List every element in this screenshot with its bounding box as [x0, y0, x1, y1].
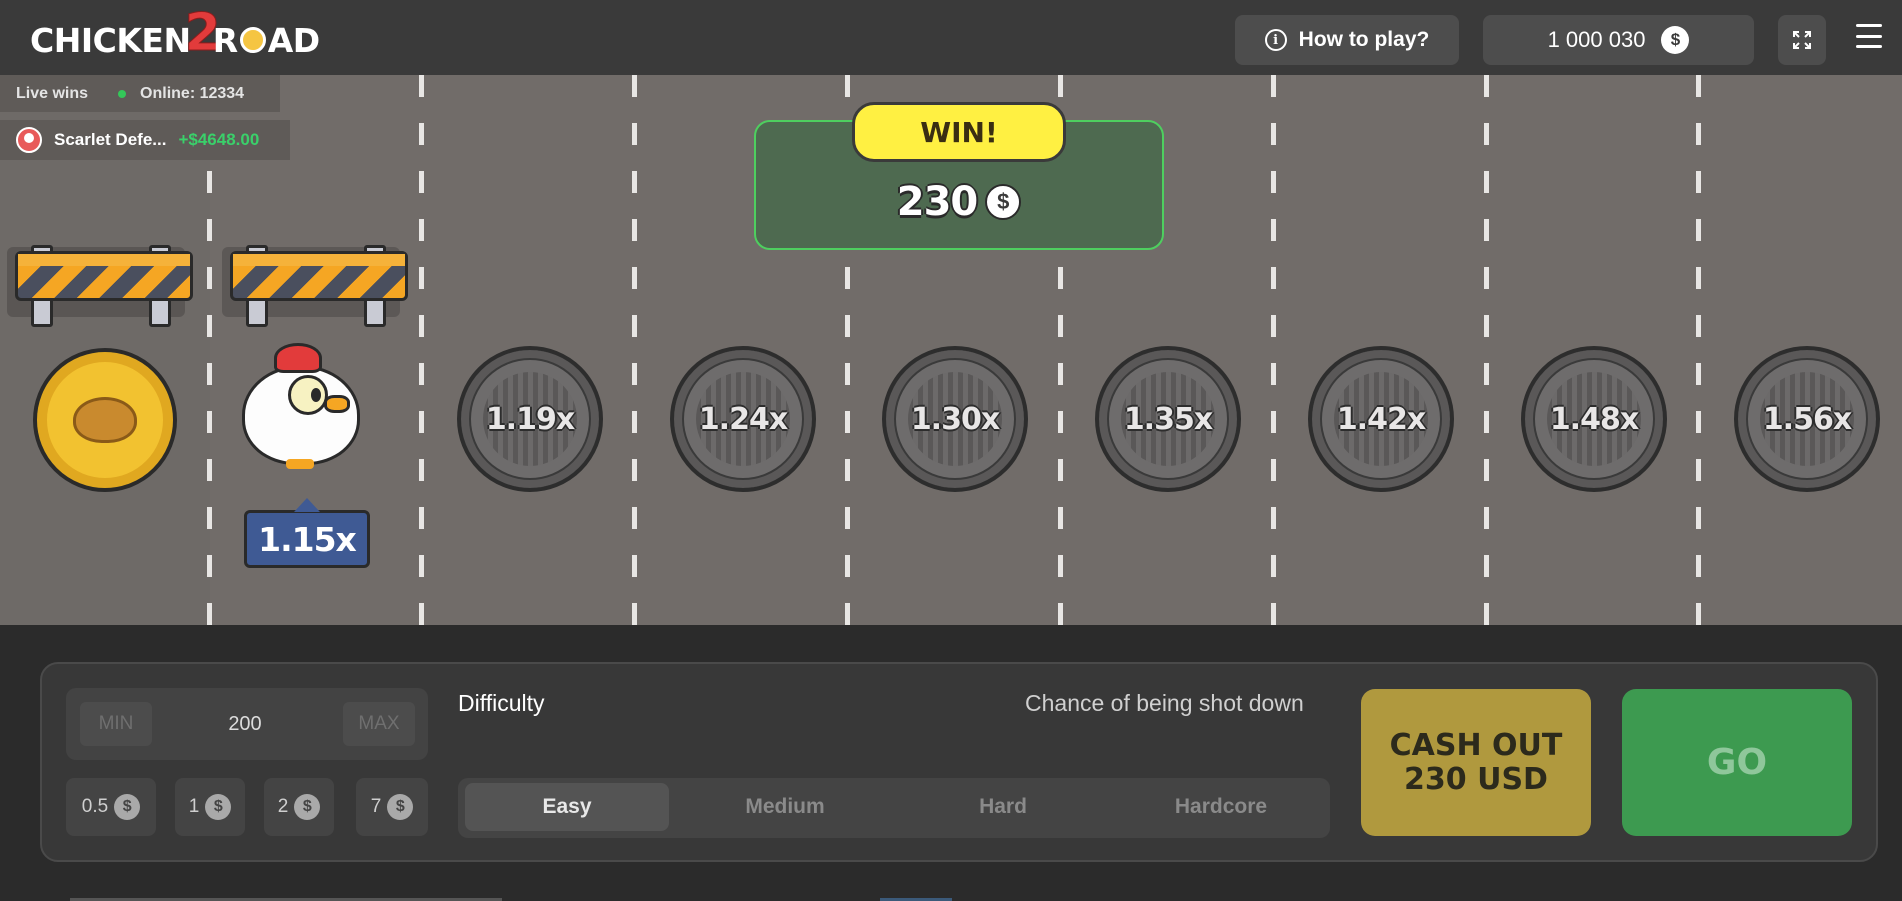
manhole-step[interactable]: 1.56x [1734, 346, 1880, 492]
dollar-coin-icon: $ [387, 794, 414, 820]
go-button[interactable]: GO [1622, 689, 1852, 836]
bet-chip-button[interactable]: 0.5 $ [66, 778, 156, 836]
max-bet-button[interactable]: MAX [343, 702, 415, 746]
win-badge: WIN! [852, 102, 1066, 162]
dollar-coin-icon: $ [294, 794, 321, 820]
chip-value: 1 [188, 796, 200, 817]
live-wins-bar: Live wins Online: 12334 [0, 75, 280, 112]
logo-text-ad: AD [267, 20, 320, 60]
bet-chip-button[interactable]: 1 $ [175, 778, 245, 836]
manhole-step[interactable]: 1.24x [670, 346, 816, 492]
manhole-step[interactable]: 1.48x [1521, 346, 1667, 492]
live-win-row: Scarlet Defe... +$4648.00 [0, 120, 290, 160]
how-to-play-label: How to play? [1298, 28, 1430, 51]
bet-amount-input[interactable]: 200 [180, 702, 310, 746]
min-bet-button[interactable]: MIN [80, 702, 152, 746]
difficulty-option-medium[interactable]: Medium [683, 783, 887, 831]
game-logo: CHICKEN 2 R AD [30, 3, 320, 66]
lane-divider [632, 75, 637, 625]
bet-chip-button[interactable]: 7 $ [356, 778, 428, 836]
difficulty-option-hard[interactable]: Hard [901, 783, 1105, 831]
chip-value: 7 [370, 796, 382, 817]
logo-chick-icon [239, 27, 266, 53]
chicken-character [232, 335, 372, 475]
top-bar: CHICKEN 2 R AD i How to play? 1 000 030 … [0, 0, 1902, 75]
road-barrier [222, 237, 408, 327]
multiplier-label: 1.42x [1336, 401, 1426, 437]
chip-value: 2 [277, 796, 289, 817]
lane-divider [1696, 75, 1701, 625]
dollar-coin-icon: $ [114, 794, 141, 820]
multiplier-label: 1.30x [910, 401, 1000, 437]
menu-line-icon [1856, 45, 1882, 48]
winner-amount: +$4648.00 [178, 130, 260, 149]
road-barrier [7, 237, 193, 327]
manhole-step[interactable]: 1.30x [882, 346, 1028, 492]
lane-divider [1484, 75, 1489, 625]
winner-name: Scarlet Defe... [54, 130, 167, 149]
difficulty-label: Difficulty [458, 690, 545, 716]
cash-out-button[interactable]: CASH OUT 230 USD [1361, 689, 1591, 836]
chip-value: 0.5 [81, 796, 109, 817]
multiplier-label: 1.48x [1549, 401, 1639, 437]
logo-text-chicken: CHICKEN [30, 20, 191, 60]
cash-out-label: CASH OUT [1389, 727, 1563, 763]
manhole-step[interactable]: 1.35x [1095, 346, 1241, 492]
dollar-coin-icon: $ [1661, 26, 1690, 54]
difficulty-option-hardcore[interactable]: Hardcore [1119, 783, 1323, 831]
dollar-coin-icon: $ [205, 794, 232, 820]
online-count: Online: 12334 [140, 84, 245, 102]
bet-chip-button[interactable]: 2 $ [264, 778, 334, 836]
manhole-step[interactable]: 1.42x [1308, 346, 1454, 492]
avatar [16, 127, 42, 153]
logo-text-r: R [212, 20, 238, 60]
cash-out-amount: 230 USD [1404, 761, 1548, 797]
live-wins-label: Live wins [16, 84, 89, 102]
lane-divider [1271, 75, 1276, 625]
win-amount: 230 [896, 179, 978, 225]
balance-value: 1 000 030 [1547, 27, 1646, 52]
win-amount-display: 230 $ [754, 172, 1164, 232]
menu-button[interactable] [1856, 24, 1882, 48]
balance-display: 1 000 030 $ [1483, 15, 1754, 65]
multiplier-label: 1.35x [1123, 401, 1213, 437]
how-to-play-button[interactable]: i How to play? [1235, 15, 1459, 65]
dollar-coin-icon: $ [985, 184, 1022, 220]
multiplier-label: 1.24x [698, 401, 788, 437]
roast-chicken-coin-icon [33, 348, 177, 492]
chance-label: Chance of being shot down [1025, 690, 1304, 716]
fullscreen-button[interactable] [1778, 15, 1826, 65]
manhole-step[interactable]: 1.19x [457, 346, 603, 492]
multiplier-label: 1.19x [485, 401, 575, 437]
current-multiplier-badge: 1.15x [244, 498, 370, 568]
expand-icon [1793, 31, 1811, 49]
info-icon: i [1264, 29, 1287, 51]
online-status-icon [118, 89, 127, 98]
difficulty-option-easy[interactable]: Easy [465, 783, 669, 831]
menu-line-icon [1856, 34, 1882, 38]
multiplier-label: 1.56x [1762, 401, 1852, 437]
menu-line-icon [1856, 24, 1882, 27]
lane-divider [419, 75, 424, 625]
